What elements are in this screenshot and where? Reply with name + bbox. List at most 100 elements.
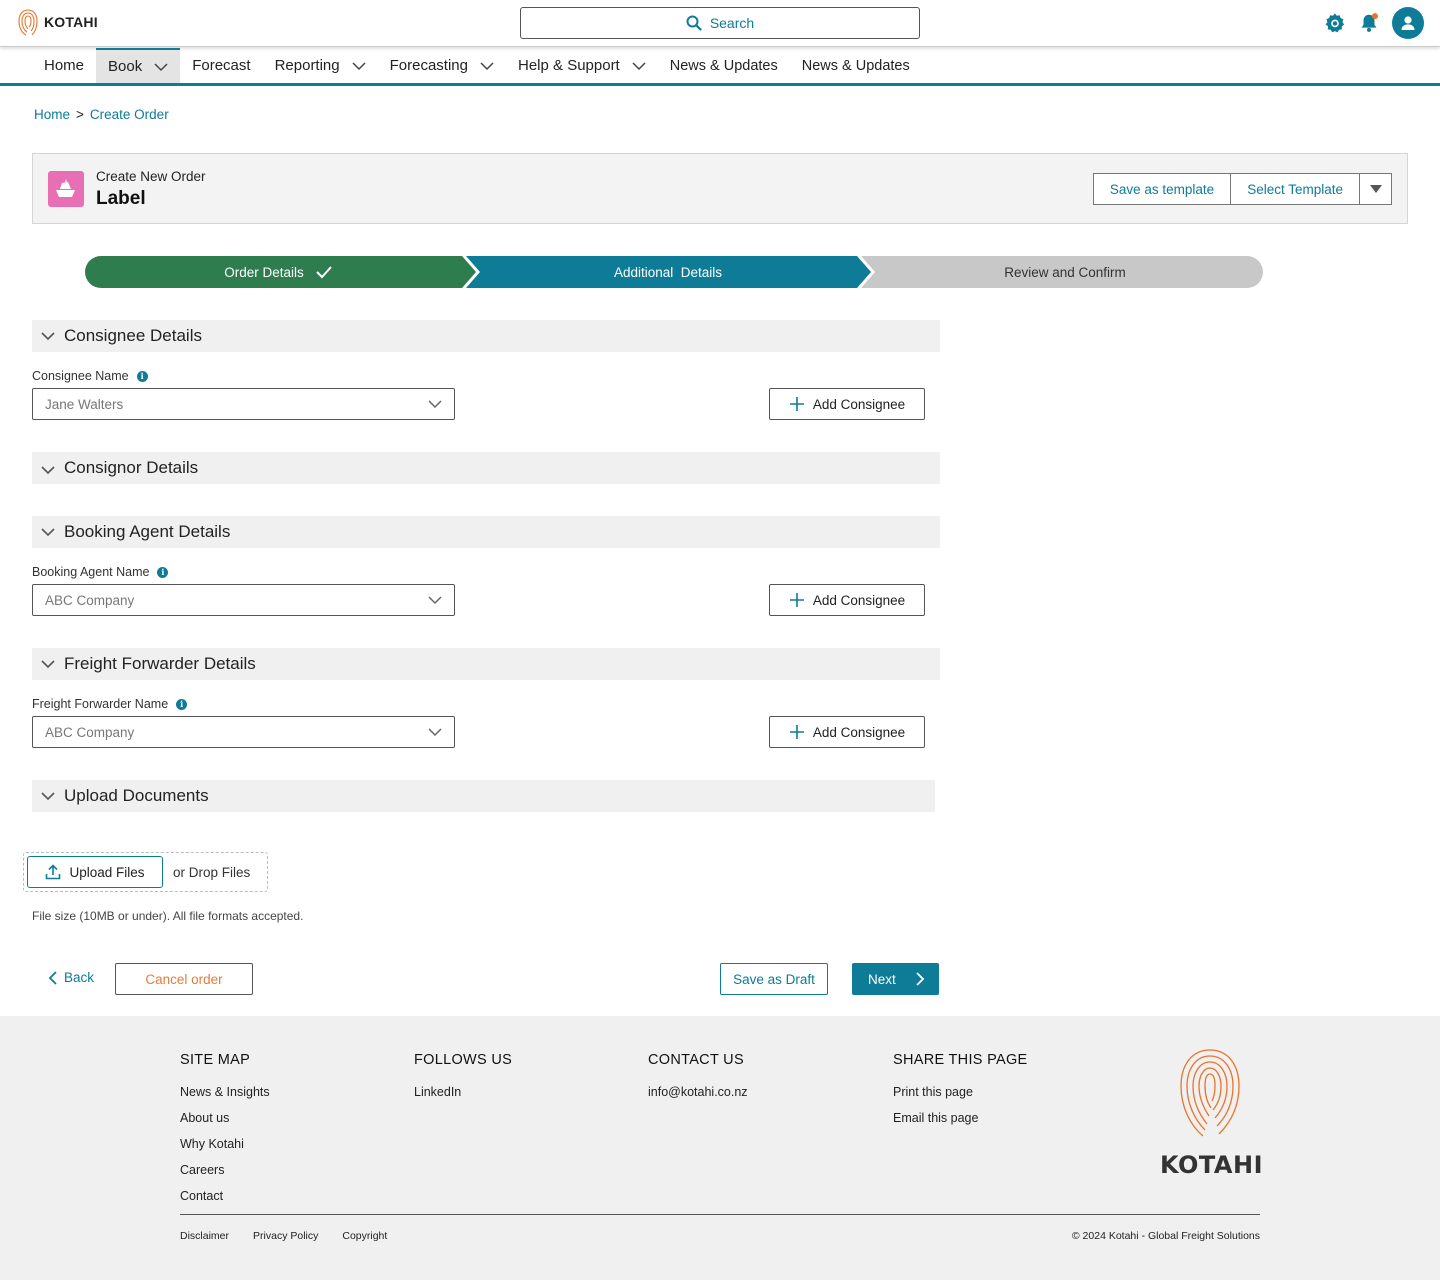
footer-link-print[interactable]: Print this page <box>893 1084 1028 1100</box>
nav-item-book[interactable]: Book <box>96 48 181 83</box>
booking-agent-section-title: Booking Agent Details <box>64 522 231 541</box>
footer-link-linkedin[interactable]: LinkedIn <box>414 1084 512 1100</box>
cancel-order-button[interactable]: Cancel order <box>115 963 253 995</box>
footer-link-why[interactable]: Why Kotahi <box>180 1136 270 1152</box>
file-drop-zone[interactable]: Upload Files or Drop Files <box>23 852 268 892</box>
save-as-template-button[interactable]: Save as template <box>1092 173 1232 205</box>
nav-item-news-updates[interactable]: News & Updates <box>658 48 790 83</box>
footer-link-email-page[interactable]: Email this page <box>893 1110 1028 1126</box>
footer-follow: FOLLOWS US LinkedIn <box>414 1052 512 1110</box>
booking-agent-section-header[interactable]: Booking Agent Details <box>32 516 940 548</box>
plus-icon <box>789 725 804 739</box>
booking-agent-name-label-text: Booking Agent Name <box>32 565 150 579</box>
search-input[interactable]: Search <box>520 7 920 39</box>
freight-forwarder-section-header[interactable]: Freight Forwarder Details <box>32 648 940 680</box>
footer-link-careers[interactable]: Careers <box>180 1162 270 1178</box>
step-review-confirm[interactable]: Review and Confirm <box>861 256 1263 288</box>
chevron-down-icon <box>632 61 646 70</box>
info-icon[interactable]: i <box>176 698 188 710</box>
nav-item-label: Forecasting <box>389 57 468 74</box>
nav-item-label: Forecast <box>192 57 251 74</box>
nav-item-label: News & Updates <box>669 57 778 74</box>
add-freight-forwarder-button[interactable]: Add Consignee <box>769 716 925 748</box>
consignor-section-header[interactable]: Consignor Details <box>32 452 940 484</box>
chevron-down-icon <box>428 400 442 409</box>
footer-contact-title: CONTACT US <box>648 1052 744 1068</box>
nav-item-forecasting[interactable]: Forecasting <box>378 48 506 83</box>
select-template-button[interactable]: Select Template <box>1231 173 1360 205</box>
footer-link-contact[interactable]: Contact <box>180 1188 270 1204</box>
footer-link-about[interactable]: About us <box>180 1110 270 1126</box>
footer-link-email[interactable]: info@kotahi.co.nz <box>648 1084 748 1100</box>
kotahi-logo[interactable]: KOTAHI <box>16 6 98 38</box>
nav-item-forecast[interactable]: Forecast <box>180 48 262 83</box>
main-navigation: Home Book Forecast Reporting Forecasting Help… <box>0 48 1440 86</box>
footer-link-copyright[interactable]: Copyright <box>342 1230 387 1242</box>
user-icon <box>1401 16 1415 30</box>
step-additional-details[interactable]: Additional Details <box>466 256 871 288</box>
nav-item-label: Book <box>108 58 143 75</box>
plus-icon <box>789 397 804 411</box>
step-order-details-label: Order Details <box>224 265 304 280</box>
consignee-name-select[interactable]: Jane Walters <box>32 388 455 420</box>
booking-agent-name-select[interactable]: ABC Company <box>32 584 455 616</box>
next-label: Next <box>868 971 896 987</box>
nav-item-label: Help & Support <box>518 57 620 74</box>
save-as-draft-button[interactable]: Save as Draft <box>720 963 828 995</box>
fingerprint-icon <box>1180 1049 1240 1137</box>
chevron-down-icon <box>154 62 168 71</box>
top-header: KOTAHI Search <box>0 0 1440 47</box>
add-consignee-label: Add Consignee <box>812 396 906 412</box>
add-booking-agent-button[interactable]: Add Consignee <box>769 584 925 616</box>
plus-icon <box>789 593 804 607</box>
consignee-section-header[interactable]: Consignee Details <box>32 320 940 352</box>
ship-icon <box>48 171 84 207</box>
nav-item-label: Reporting <box>274 57 340 74</box>
step-additional-details-label: Additional Details <box>614 265 722 280</box>
nav-item-home[interactable]: Home <box>32 48 96 83</box>
freight-forwarder-section-title: Freight Forwarder Details <box>64 654 256 673</box>
chevron-right-icon <box>916 972 925 986</box>
consignee-name-value: Jane Walters <box>45 396 124 412</box>
notification-bell-icon[interactable] <box>1358 12 1380 34</box>
consignee-name-label: Consignee Name i <box>32 369 148 383</box>
file-size-hint: File size (10MB or under). All file form… <box>32 909 304 923</box>
fingerprint-icon <box>18 9 38 36</box>
footer-contact: CONTACT US info@kotahi.co.nz <box>648 1052 748 1110</box>
freight-forwarder-name-select[interactable]: ABC Company <box>32 716 455 748</box>
nav-item-reporting[interactable]: Reporting <box>263 48 378 83</box>
footer-link-news[interactable]: News & Insights <box>180 1084 270 1100</box>
info-icon[interactable]: i <box>136 370 148 382</box>
settings-gear-icon[interactable] <box>1324 12 1346 34</box>
info-icon[interactable]: i <box>157 566 169 578</box>
search-icon <box>686 15 702 31</box>
footer-divider <box>180 1214 1260 1215</box>
upload-files-button[interactable]: Upload Files <box>27 856 163 888</box>
footer-share: SHARE THIS PAGE Print this page Email th… <box>893 1052 1028 1136</box>
step-review-confirm-label: Review and Confirm <box>1004 265 1126 280</box>
upload-documents-section-header[interactable]: Upload Documents <box>32 780 935 812</box>
footer-link-privacy[interactable]: Privacy Policy <box>253 1230 318 1242</box>
back-button[interactable]: Back <box>48 970 94 985</box>
step-order-details[interactable]: Order Details <box>85 256 476 288</box>
footer-follow-title: FOLLOWS US <box>414 1052 513 1068</box>
freight-forwarder-name-label: Freight Forwarder Name i <box>32 697 188 711</box>
footer-logo: KOTAHI <box>1160 1046 1263 1179</box>
footer-link-disclaimer[interactable]: Disclaimer <box>180 1230 229 1242</box>
freight-forwarder-name-value: ABC Company <box>45 724 135 740</box>
chevron-down-icon <box>41 332 55 341</box>
template-dropdown-button[interactable] <box>1360 173 1392 205</box>
nav-item-news-updates[interactable]: News & Updates <box>790 48 922 83</box>
chevron-down-icon <box>41 528 55 537</box>
booking-agent-name-label: Booking Agent Name i <box>32 565 169 579</box>
user-avatar[interactable] <box>1392 7 1424 39</box>
breadcrumb-current[interactable]: Create Order <box>90 107 169 122</box>
drop-files-text: or Drop Files <box>173 864 251 880</box>
upload-files-label: Upload Files <box>69 864 145 880</box>
add-consignee-button[interactable]: Add Consignee <box>769 388 925 420</box>
next-button[interactable]: Next <box>852 963 939 995</box>
nav-item-help-support[interactable]: Help & Support <box>506 48 658 83</box>
chevron-down-icon <box>41 466 55 475</box>
breadcrumb-home[interactable]: Home <box>34 107 70 122</box>
template-actions: Save as template Select Template <box>1092 173 1392 205</box>
